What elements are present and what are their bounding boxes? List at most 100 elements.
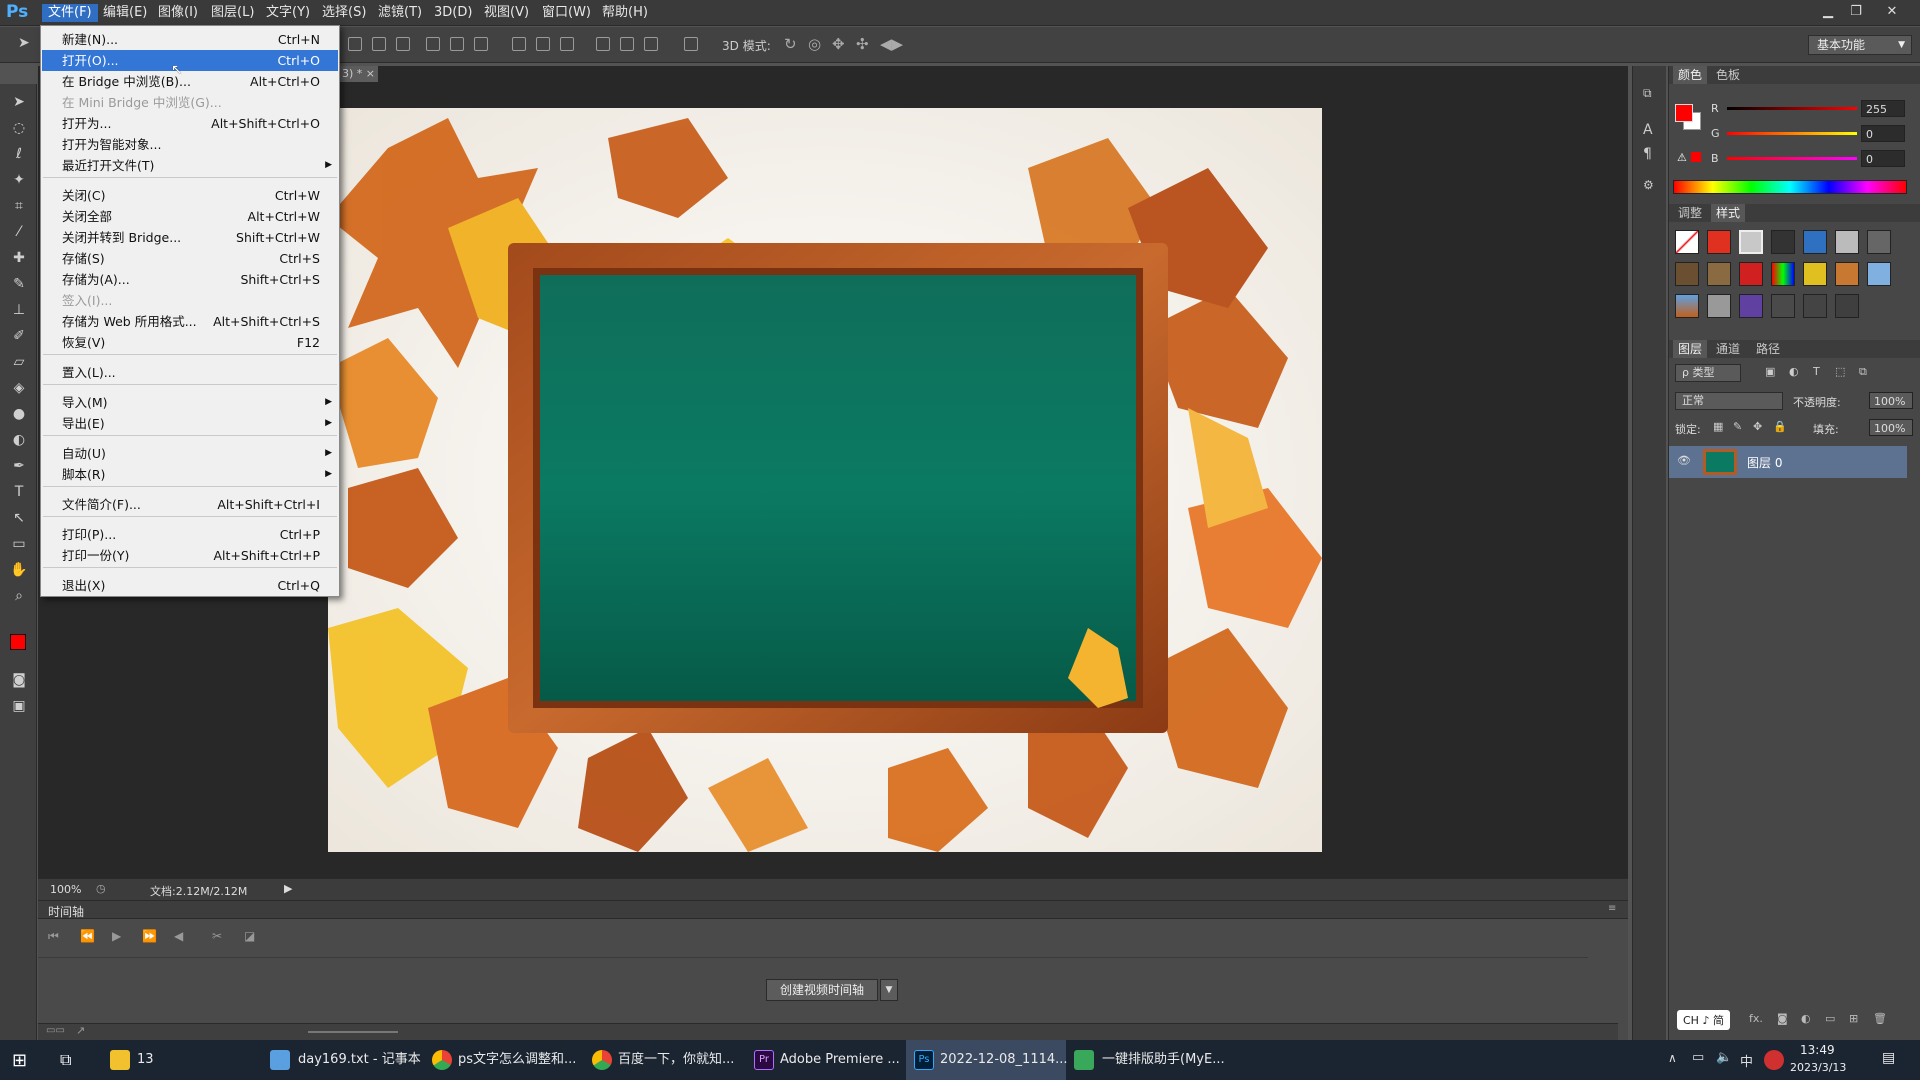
tab-styles[interactable]: 样式: [1711, 204, 1746, 222]
marquee-tool-icon[interactable]: ◌: [8, 118, 30, 138]
style-swatch[interactable]: [1739, 262, 1763, 286]
channel-g-slider[interactable]: [1727, 132, 1857, 135]
blur-tool-icon[interactable]: ●: [8, 404, 30, 424]
file-menu-item[interactable]: 打开为... Alt+Shift+Ctrl+O: [42, 113, 338, 134]
menu-layer[interactable]: 图层(L): [205, 4, 260, 22]
zoom-tool-icon[interactable]: ⌕: [8, 586, 30, 606]
magic-wand-tool-icon[interactable]: ✦: [8, 170, 30, 190]
status-info-icon[interactable]: ◷: [96, 882, 106, 895]
file-menu-item[interactable]: 恢复(V) F12: [42, 332, 338, 353]
eraser-tool-icon[interactable]: ▱: [8, 352, 30, 372]
style-swatch[interactable]: [1675, 262, 1699, 286]
3d-slide-icon[interactable]: ✣: [856, 35, 869, 53]
document-tab[interactable]: 3) * ×: [338, 66, 378, 82]
fx-icon[interactable]: fx.: [1749, 1012, 1763, 1025]
tab-layers[interactable]: 图层: [1673, 340, 1708, 358]
foreground-color-swatch[interactable]: [1675, 104, 1693, 122]
menu-view[interactable]: 视图(V): [478, 4, 535, 22]
file-menu-item[interactable]: 打开为智能对象...: [42, 134, 338, 155]
style-swatch[interactable]: [1771, 262, 1795, 286]
paint-bucket-tool-icon[interactable]: ◈: [8, 378, 30, 398]
tray-expand-icon[interactable]: ∧: [1668, 1051, 1677, 1065]
taskbar-item-label[interactable]: Adobe Premiere ...: [780, 1040, 900, 1080]
tab-paths[interactable]: 路径: [1751, 340, 1785, 358]
channel-g-value[interactable]: 0: [1861, 125, 1905, 142]
status-menu-arrow-icon[interactable]: ▶: [284, 882, 292, 895]
next-frame-icon[interactable]: ⏩: [142, 929, 157, 943]
sogou-icon[interactable]: [1764, 1050, 1784, 1070]
distribute-right-icon[interactable]: [644, 37, 658, 51]
menu-image[interactable]: 图像(I): [152, 4, 204, 22]
file-menu-item[interactable]: 关闭并转到 Bridge... Shift+Ctrl+W: [42, 227, 338, 248]
style-swatch[interactable]: [1867, 230, 1891, 254]
gamut-swatch[interactable]: [1691, 152, 1701, 162]
fill-field[interactable]: 100%: [1869, 419, 1913, 436]
windows-start-icon[interactable]: ⊞: [12, 1050, 27, 1071]
distribute-bottom-icon[interactable]: [560, 37, 574, 51]
align-top-icon[interactable]: [348, 37, 362, 51]
menu-edit[interactable]: 编辑(E): [97, 4, 153, 22]
network-icon[interactable]: ▭: [1692, 1050, 1704, 1065]
3d-scale-icon[interactable]: ◀▶: [880, 35, 903, 53]
crop-tool-icon[interactable]: ⌗: [8, 196, 30, 216]
panel-menu-icon[interactable]: ≡: [1608, 903, 1616, 914]
move-tool-icon[interactable]: ➤: [18, 35, 30, 51]
file-menu-item[interactable]: 存储为 Web 所用格式... Alt+Shift+Ctrl+S: [42, 311, 338, 332]
file-menu-item[interactable]: 打开(O)... Ctrl+O: [42, 50, 338, 71]
file-menu-item[interactable]: 自动(U) ▶: [42, 443, 338, 464]
file-menu-item[interactable]: 新建(N)... Ctrl+N: [42, 29, 338, 50]
rectangle-tool-icon[interactable]: ▭: [8, 534, 30, 554]
file-menu-item[interactable]: 存储(S) Ctrl+S: [42, 248, 338, 269]
style-swatch[interactable]: [1771, 230, 1795, 254]
healing-brush-tool-icon[interactable]: ✚: [8, 248, 30, 268]
layer-filter-select[interactable]: ρ 类型: [1675, 364, 1741, 382]
volume-icon[interactable]: 🔈: [1716, 1050, 1732, 1065]
file-menu-item[interactable]: 脚本(R) ▶: [42, 464, 338, 485]
taskbar-item-label[interactable]: 一键排版助手(MyE...: [1102, 1040, 1225, 1080]
style-swatch[interactable]: [1739, 230, 1763, 254]
tab-channels[interactable]: 通道: [1711, 340, 1745, 358]
filter-smart-object-icon[interactable]: ⧉: [1859, 365, 1867, 379]
screen-mode-icon[interactable]: ▣: [8, 696, 30, 716]
brush-tool-icon[interactable]: ✎: [8, 274, 30, 294]
menu-3d[interactable]: 3D(D): [428, 4, 478, 22]
distribute-vcenter-icon[interactable]: [536, 37, 550, 51]
file-menu-item[interactable]: 导入(M) ▶: [42, 392, 338, 413]
history-brush-tool-icon[interactable]: ✐: [8, 326, 30, 346]
menu-type[interactable]: 文字(Y): [260, 4, 316, 22]
channel-r-slider[interactable]: [1727, 107, 1857, 110]
zoom-slider[interactable]: [308, 1031, 398, 1033]
file-menu-item[interactable]: 打印一份(Y) Alt+Shift+Ctrl+P: [42, 545, 338, 566]
new-layer-icon[interactable]: ⊞: [1849, 1012, 1858, 1025]
previous-frame-icon[interactable]: ⏪: [80, 929, 95, 943]
menu-select[interactable]: 选择(S): [316, 4, 372, 22]
ime-language[interactable]: 中: [1740, 1051, 1753, 1070]
file-menu-item[interactable]: 存储为(A)... Shift+Ctrl+S: [42, 269, 338, 290]
zoom-level[interactable]: 100%: [50, 883, 81, 896]
align-vcenter-icon[interactable]: [372, 37, 386, 51]
channel-b-slider[interactable]: [1727, 157, 1857, 160]
style-swatch[interactable]: [1803, 294, 1827, 318]
taskbar-item-label[interactable]: 百度一下，你就知...: [618, 1040, 734, 1080]
myeditor-icon[interactable]: [1074, 1050, 1094, 1070]
visibility-eye-icon[interactable]: 👁: [1677, 454, 1691, 467]
align-hcenter-icon[interactable]: [450, 37, 464, 51]
file-menu-item[interactable]: 退出(X) Ctrl+Q: [42, 575, 338, 596]
file-menu-item[interactable]: 文件简介(F)... Alt+Shift+Ctrl+I: [42, 494, 338, 515]
scissors-icon[interactable]: ✂: [212, 929, 222, 943]
document-canvas[interactable]: [328, 108, 1322, 852]
style-swatch[interactable]: [1739, 294, 1763, 318]
style-swatch[interactable]: [1835, 262, 1859, 286]
eyedropper-tool-icon[interactable]: ⁄: [8, 222, 30, 242]
style-swatch[interactable]: [1707, 262, 1731, 286]
style-none-swatch[interactable]: [1675, 230, 1699, 254]
notepad-icon[interactable]: [270, 1050, 290, 1070]
add-mask-icon[interactable]: ◙: [1777, 1012, 1788, 1025]
lock-transparent-icon[interactable]: ▦: [1713, 420, 1723, 433]
opacity-field[interactable]: 100%: [1869, 392, 1913, 409]
browser-icon[interactable]: [432, 1050, 452, 1070]
style-swatch[interactable]: [1835, 230, 1859, 254]
file-menu-item[interactable]: 置入(L)...: [42, 362, 338, 383]
clock-date[interactable]: 2023/3/13: [1790, 1061, 1846, 1074]
style-swatch[interactable]: [1803, 230, 1827, 254]
